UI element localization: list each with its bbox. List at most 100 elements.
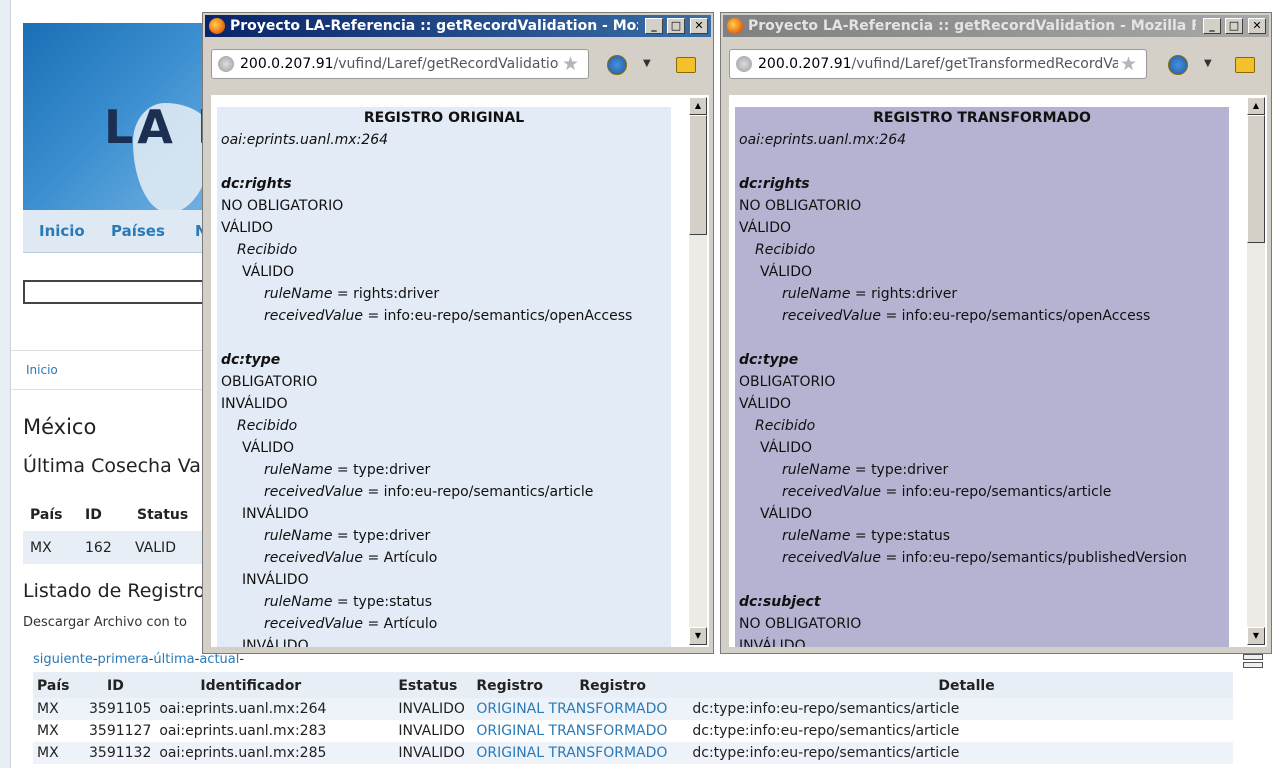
pager-current-link[interactable]: actual: [199, 652, 239, 667]
cell-pais: MX: [37, 745, 59, 761]
vertical-scrollbar[interactable]: ▲ ▼: [689, 97, 707, 645]
received-label: Recibido: [755, 242, 816, 258]
field-requirement: OBLIGATORIO: [221, 374, 318, 390]
original-record-pane: REGISTRO ORIGINAL oai:eprints.uanl.mx:26…: [217, 107, 671, 647]
original-record-window[interactable]: Proyecto LA-Referencia :: getRecordValid…: [202, 12, 714, 654]
table-row: MX 3591105 oai:eprints.uanl.mx:264 INVAL…: [33, 698, 1233, 720]
vertical-scrollbar[interactable]: ▲ ▼: [1247, 97, 1265, 645]
col-detalle: Detalle: [938, 678, 995, 694]
scroll-up-icon[interactable]: ▲: [689, 97, 707, 115]
transformado-link[interactable]: TRANSFORMADO: [549, 745, 668, 761]
addon-icon[interactable]: [1168, 55, 1188, 75]
harvest-heading: Última Cosecha Va: [23, 455, 201, 477]
col-registro-original: Registro: [476, 678, 544, 694]
oai-identifier: oai:eprints.uanl.mx:264: [221, 132, 389, 148]
summary-header-row: País ID Status: [23, 498, 213, 531]
pager-next-link[interactable]: siguiente: [33, 652, 93, 667]
oai-identifier: oai:eprints.uanl.mx:264: [739, 132, 907, 148]
rule-line: ruleName = type:driver: [264, 462, 431, 478]
maximize-button[interactable]: □: [667, 18, 685, 34]
pane-heading: REGISTRO ORIGINAL: [363, 110, 525, 126]
scroll-down-icon[interactable]: ▼: [689, 627, 707, 645]
original-link[interactable]: ORIGINAL: [476, 723, 544, 739]
nav-paises[interactable]: Países: [111, 222, 165, 240]
transformed-record-window[interactable]: Proyecto LA-Referencia :: getRecordValid…: [720, 12, 1272, 654]
scroll-down-icon[interactable]: ▼: [1247, 627, 1265, 645]
check-status: VÁLIDO: [760, 440, 812, 456]
field-requirement: OBLIGATORIO: [739, 374, 836, 390]
cell-detalle: dc:type:info:eu-repo/semantics/article: [692, 745, 960, 761]
field-name: dc:rights: [739, 176, 810, 192]
transformado-link[interactable]: TRANSFORMADO: [549, 701, 668, 717]
cell-id: 3591127: [89, 723, 152, 739]
check-status: VÁLIDO: [242, 264, 294, 280]
col-pais: País: [37, 678, 70, 694]
minimize-button[interactable]: _: [645, 18, 663, 34]
value-line: receivedValue = info:eu-repo/semantics/a…: [782, 484, 1112, 500]
value-line: receivedValue = info:eu-repo/semantics/o…: [264, 308, 633, 324]
country-heading: México: [23, 415, 97, 439]
received-label: Recibido: [237, 418, 298, 434]
scroll-up-icon[interactable]: ▲: [1247, 97, 1265, 115]
summary-header-pais: País: [30, 507, 63, 523]
addon-icon[interactable]: [607, 55, 627, 75]
download-text[interactable]: Descargar Archivo con to: [23, 615, 187, 630]
value-line: receivedValue = info:eu-repo/semantics/a…: [264, 484, 594, 500]
summary-header-id: ID: [85, 507, 102, 523]
title-bar[interactable]: Proyecto LA-Referencia :: getRecordValid…: [723, 15, 1269, 37]
maximize-button[interactable]: □: [1225, 18, 1243, 34]
chevron-down-icon[interactable]: ▼: [643, 58, 651, 69]
pager-last-link[interactable]: última: [153, 652, 194, 667]
check-status: INVÁLIDO: [242, 506, 309, 522]
value-line: receivedValue = Artículo: [264, 550, 438, 566]
col-estatus: Estatus: [398, 678, 458, 694]
rss-icon[interactable]: [1235, 57, 1255, 73]
field-requirement: NO OBLIGATORIO: [221, 198, 344, 214]
chevron-down-icon[interactable]: ▼: [1204, 58, 1212, 69]
transformado-link[interactable]: TRANSFORMADO: [549, 723, 668, 739]
bookmark-star-icon[interactable]: ★: [562, 53, 579, 75]
original-link[interactable]: ORIGINAL: [476, 745, 544, 761]
nav-inicio[interactable]: Inicio: [39, 222, 85, 240]
breadcrumb-inicio[interactable]: Inicio: [26, 363, 58, 377]
cell-detalle: dc:type:info:eu-repo/semantics/article: [692, 723, 960, 739]
col-identificador: Identificador: [200, 678, 302, 694]
search-input[interactable]: [23, 280, 223, 304]
field-name: dc:type: [739, 352, 799, 368]
bookmark-star-icon[interactable]: ★: [1120, 53, 1137, 75]
close-button[interactable]: ✕: [690, 18, 708, 34]
rss-icon[interactable]: [676, 57, 696, 73]
check-status: INVÁLIDO: [242, 572, 309, 588]
field-name: dc:type: [221, 352, 281, 368]
cell-pais: MX: [37, 701, 59, 717]
address-bar[interactable]: 200.0.207.91/vufind/Laref/getTransformed…: [729, 49, 1147, 79]
check-status: INVÁLIDO: [242, 638, 309, 647]
col-id: ID: [107, 678, 124, 694]
summary-row: MX 162 VALID: [23, 531, 213, 564]
url-text[interactable]: 200.0.207.91/vufind/Laref/getRecordValid…: [240, 56, 558, 72]
table-row: MX 3591127 oai:eprints.uanl.mx:283 INVAL…: [33, 720, 1233, 742]
summary-pais: MX: [30, 540, 52, 556]
scrollbar-thumb[interactable]: [689, 115, 707, 235]
window-title: Proyecto LA-Referencia :: getRecordValid…: [748, 18, 1196, 34]
summary-id: 162: [85, 540, 112, 556]
field-status: VÁLIDO: [739, 220, 791, 236]
cell-detalle: dc:type:info:eu-repo/semantics/article: [692, 701, 960, 717]
close-button[interactable]: ✕: [1248, 18, 1266, 34]
firefox-icon: [209, 18, 225, 34]
received-label: Recibido: [237, 242, 298, 258]
page-scrollbar-stub[interactable]: [1243, 652, 1263, 768]
scroll-grip: [1243, 662, 1263, 668]
pager-first-link[interactable]: primera: [98, 652, 149, 667]
site-identity-icon[interactable]: [736, 56, 752, 72]
record-content: REGISTRO ORIGINAL oai:eprints.uanl.mx:26…: [211, 95, 709, 647]
site-identity-icon[interactable]: [218, 56, 234, 72]
scrollbar-thumb[interactable]: [1247, 115, 1265, 243]
pager: siguiente-primera-última-actual-: [33, 652, 245, 667]
address-bar[interactable]: 200.0.207.91/vufind/Laref/getRecordValid…: [211, 49, 589, 79]
original-link[interactable]: ORIGINAL: [476, 701, 544, 717]
check-status: VÁLIDO: [242, 440, 294, 456]
title-bar[interactable]: Proyecto LA-Referencia :: getRecordValid…: [205, 15, 711, 37]
url-text[interactable]: 200.0.207.91/vufind/Laref/getTransformed…: [758, 56, 1118, 72]
minimize-button[interactable]: _: [1203, 18, 1221, 34]
